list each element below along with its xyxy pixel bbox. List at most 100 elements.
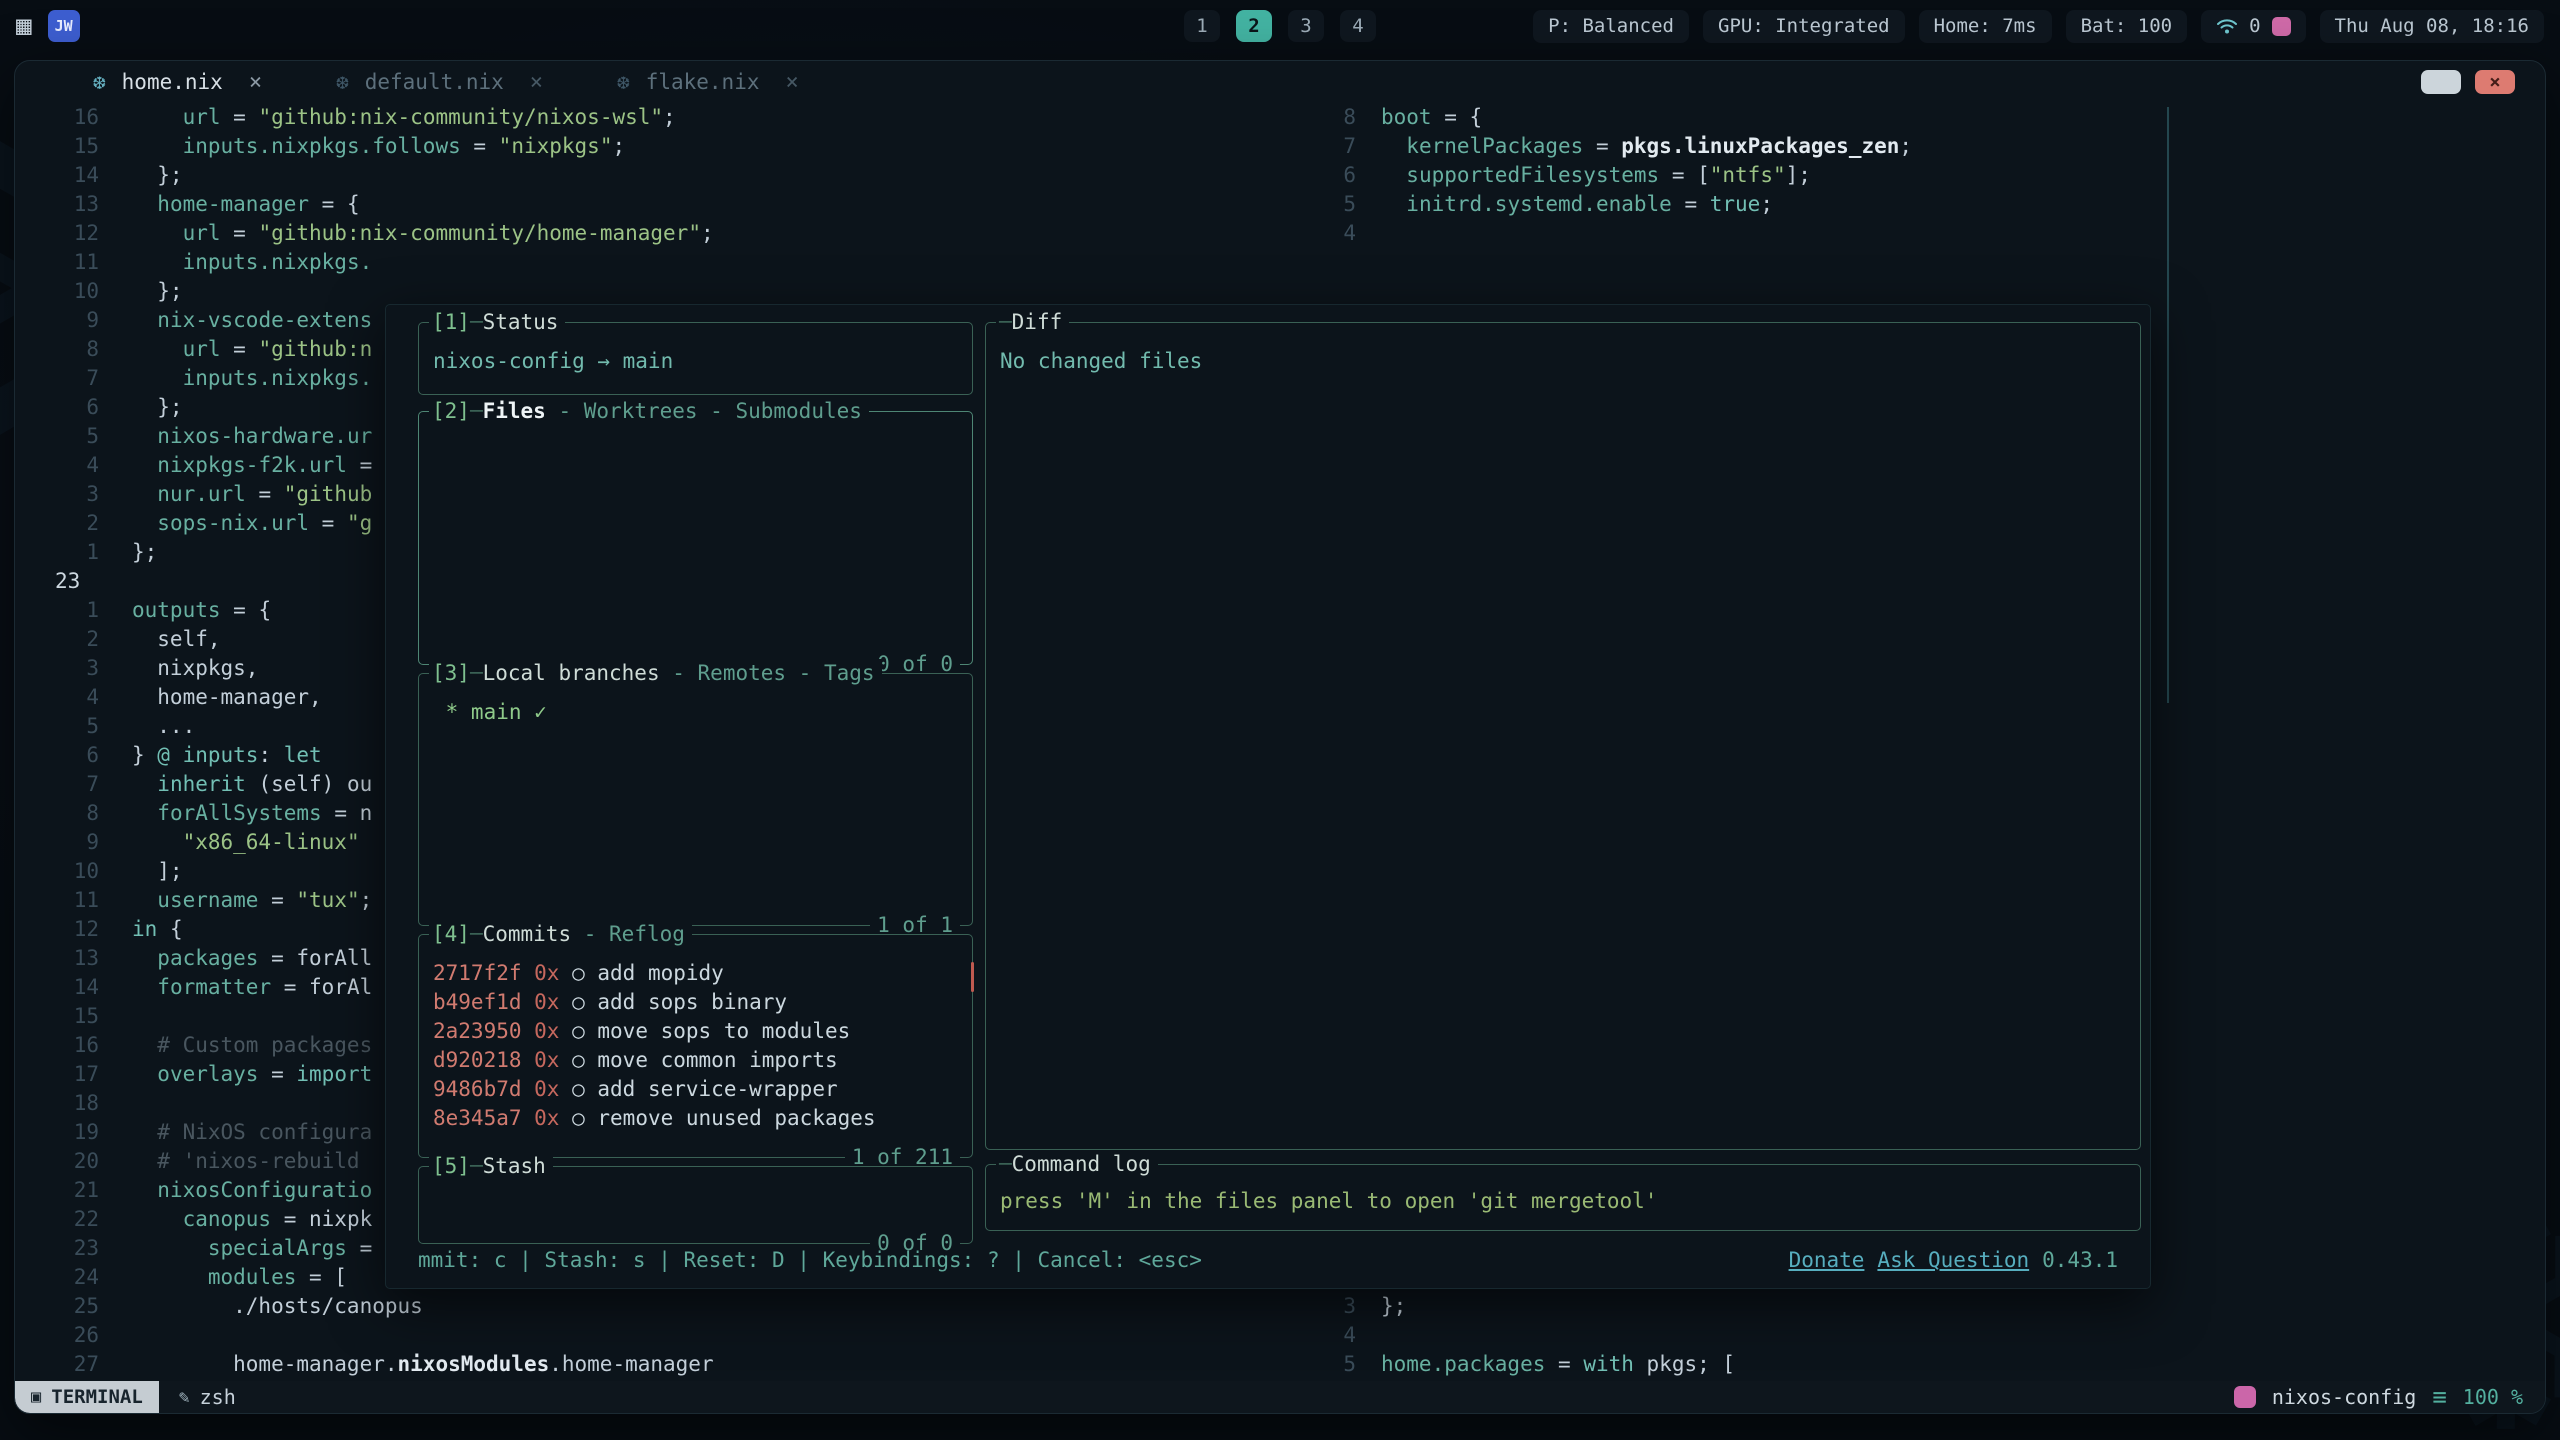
- commit-message: add sops binary: [597, 990, 787, 1014]
- commit-graph-node: ○: [559, 1019, 597, 1043]
- stash-panel-title: [5]─Stash: [429, 1152, 553, 1181]
- code-text: canopus = nixpk: [132, 1205, 372, 1234]
- line-number: 3: [1312, 1292, 1356, 1321]
- line-number: 15: [55, 1002, 99, 1031]
- lazygit-branches-panel[interactable]: [3]─Local branches - Remotes - Tags * ma…: [418, 673, 973, 926]
- lazygit-diff-panel[interactable]: ─Diff No changed files: [985, 322, 2141, 1150]
- code-text: initrd.systemd.enable = true;: [1381, 190, 1773, 219]
- code-text: ...: [132, 712, 195, 741]
- workspace-button-3[interactable]: 3: [1288, 10, 1324, 42]
- tab-label: default.nix: [365, 70, 504, 94]
- branch-list-item[interactable]: * main ✓: [433, 698, 958, 727]
- commit-hash: 9486b7d: [433, 1077, 522, 1101]
- lazygit-footer: mmit: c | Stash: s | Reset: D | Keybindi…: [418, 1246, 2118, 1275]
- line-number: 6: [55, 393, 99, 422]
- commit-hash: 2717f2f: [433, 961, 522, 985]
- left-pane-code-line: 10 };: [15, 277, 2545, 306]
- tab-close-icon[interactable]: ×: [249, 70, 262, 95]
- repo-branch-status: nixos-config → main: [433, 347, 958, 376]
- topbar: ▦ JW 1234 P: BalancedGPU: IntegratedHome…: [0, 0, 2560, 52]
- tab-close-icon[interactable]: ×: [786, 70, 799, 95]
- tab-close-icon[interactable]: ×: [530, 70, 543, 95]
- status-module: Home: 7ms: [1919, 10, 2052, 43]
- donate-link[interactable]: Donate: [1789, 1246, 1865, 1275]
- commit-row[interactable]: 2a23950 0x ○ move sops to modules: [433, 1017, 958, 1046]
- commit-list: 2717f2f 0x ○ add mopidyb49ef1d 0x ○ add …: [433, 959, 958, 1153]
- workspace-button-2[interactable]: 2: [1236, 10, 1272, 42]
- diff-content: No changed files: [1000, 347, 2126, 376]
- nix-snowflake-icon: ❆: [336, 70, 349, 94]
- commit-row[interactable]: b49ef1d 0x ○ add sops binary: [433, 988, 958, 1017]
- pane-scrollbar[interactable]: [2167, 107, 2169, 703]
- right-pane-code-line: 4: [15, 219, 2545, 248]
- lazygit-floating-pane: [1]─Status nixos-config → main [2]─Files…: [385, 304, 2151, 1289]
- tab-home.nix[interactable]: ❆home.nix×: [93, 70, 262, 95]
- line-number: 5: [1312, 1350, 1356, 1379]
- lazygit-status-panel[interactable]: [1]─Status nixos-config → main: [418, 322, 973, 395]
- mode-indicator: ▣ TERMINAL: [15, 1381, 159, 1413]
- status-module: Bat: 100: [2066, 10, 2188, 43]
- pin-button[interactable]: [2421, 70, 2461, 94]
- line-number: 4: [55, 683, 99, 712]
- line-number: 12: [55, 915, 99, 944]
- line-number: 6: [1312, 161, 1356, 190]
- workspace-button-4[interactable]: 4: [1340, 10, 1376, 42]
- app-launcher-icon[interactable]: ▦: [16, 13, 32, 39]
- line-number: 7: [55, 770, 99, 799]
- mode-label: TERMINAL: [51, 1386, 143, 1408]
- line-number: 4: [1312, 1321, 1356, 1350]
- code-text: nixos-hardware.ur: [132, 422, 372, 451]
- lazygit-commits-panel[interactable]: [4]─Commits - Reflog 2717f2f 0x ○ add mo…: [418, 934, 973, 1158]
- right-pane-code-line: 8boot = {: [15, 103, 2545, 132]
- indicator-icon[interactable]: [2272, 17, 2291, 36]
- lazygit-stash-panel[interactable]: [5]─Stash 0 of 0: [418, 1166, 973, 1244]
- commits-scrollbar[interactable]: [971, 962, 974, 992]
- network-icon: [2216, 17, 2238, 35]
- list-icon: ≡: [2432, 1385, 2446, 1409]
- terminal-window: ❆home.nix×❆default.nix×❆flake.nix× × 16 …: [14, 60, 2546, 1414]
- commit-row[interactable]: 9486b7d 0x ○ add service-wrapper: [433, 1075, 958, 1104]
- system-tray[interactable]: 0: [2201, 10, 2305, 43]
- status-module: GPU: Integrated: [1703, 10, 1905, 43]
- code-text: self,: [132, 625, 221, 654]
- workspace-button-1[interactable]: 1: [1184, 10, 1220, 42]
- commit-row[interactable]: d920218 0x ○ move common imports: [433, 1046, 958, 1075]
- commit-hash: d920218: [433, 1048, 522, 1072]
- code-text: sops-nix.url = "g: [132, 509, 372, 538]
- line-number: 8: [55, 799, 99, 828]
- right-pane-code-line: 3};: [15, 1292, 2545, 1321]
- line-number: 2: [55, 625, 99, 654]
- status-module: P: Balanced: [1533, 10, 1689, 43]
- command-log-content: press 'M' in the files panel to open 'gi…: [1000, 1187, 2126, 1216]
- commit-row[interactable]: 2717f2f 0x ○ add mopidy: [433, 959, 958, 988]
- code-text: nixpkgs,: [132, 654, 258, 683]
- commit-row[interactable]: 8e345a7 0x ○ remove unused packages: [433, 1104, 958, 1133]
- code-text: kernelPackages = pkgs.linuxPackages_zen;: [1381, 132, 1912, 161]
- code-text: packages = forAll: [132, 944, 372, 973]
- code-text: };: [132, 393, 183, 422]
- commit-message: add mopidy: [597, 961, 723, 985]
- line-number: 4: [1312, 219, 1356, 248]
- ask-question-link[interactable]: Ask Question: [1877, 1246, 2029, 1275]
- commit-graph-node: ○: [559, 961, 597, 985]
- lazygit-command-log-panel[interactable]: ─Command log press 'M' in the files pane…: [985, 1164, 2141, 1231]
- lazygit-files-panel[interactable]: [2]─Files - Worktrees - Submodules 0 of …: [418, 411, 973, 665]
- line-number: 3: [55, 654, 99, 683]
- right-pane-code-line: 5 initrd.systemd.enable = true;: [15, 190, 2545, 219]
- clock: Thu Aug 08, 18:16: [2320, 10, 2544, 43]
- window-close-button[interactable]: ×: [2475, 70, 2515, 94]
- line-number: 7: [1312, 132, 1356, 161]
- commit-author: 0x: [522, 1019, 560, 1043]
- code-text: supportedFilesystems = ["ntfs"];: [1381, 161, 1811, 190]
- code-text: username = "tux";: [132, 886, 372, 915]
- tab-label: flake.nix: [646, 70, 760, 94]
- commit-author: 0x: [522, 1106, 560, 1130]
- tab-default.nix[interactable]: ❆ default.nix ×: [336, 70, 543, 95]
- command-log-title: ─Command log: [996, 1150, 1158, 1179]
- line-number: 19: [55, 1118, 99, 1147]
- status-bar: ▣ TERMINAL ✎ zsh nixos-config ≡ 100 %: [15, 1381, 2545, 1413]
- line-number: 20: [55, 1147, 99, 1176]
- tab-flake.nix[interactable]: ❆flake.nix×: [617, 70, 799, 95]
- line-number: 13: [55, 944, 99, 973]
- line-number: 5: [1312, 190, 1356, 219]
